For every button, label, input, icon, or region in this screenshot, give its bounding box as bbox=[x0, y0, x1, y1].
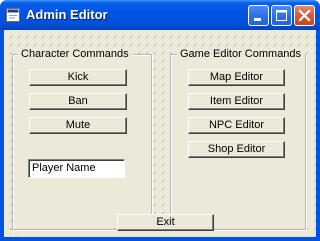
admin-editor-window: Admin Editor Character Commands Kick Ban… bbox=[0, 0, 320, 241]
character-commands-caption: Character Commands bbox=[18, 48, 132, 61]
close-button[interactable] bbox=[294, 5, 315, 26]
shop-editor-button[interactable]: Shop Editor bbox=[188, 141, 285, 158]
map-editor-button[interactable]: Map Editor bbox=[188, 69, 285, 86]
app-icon bbox=[6, 8, 20, 22]
maximize-button[interactable] bbox=[271, 5, 292, 26]
close-icon bbox=[298, 9, 311, 22]
maximize-icon bbox=[276, 10, 287, 21]
character-commands-frame: Character Commands Kick Ban Mute Player … bbox=[12, 48, 152, 230]
npc-editor-button[interactable]: NPC Editor bbox=[188, 117, 285, 134]
mute-button[interactable]: Mute bbox=[29, 117, 127, 134]
game-editor-commands-caption: Game Editor Commands bbox=[177, 48, 305, 61]
player-name-field[interactable]: Player Name bbox=[28, 159, 125, 178]
window-title: Admin Editor bbox=[26, 7, 108, 22]
title-bar[interactable]: Admin Editor bbox=[0, 0, 320, 30]
kick-button[interactable]: Kick bbox=[29, 69, 127, 86]
minimize-button[interactable] bbox=[248, 5, 269, 26]
game-editor-commands-frame: Game Editor Commands Map Editor Item Edi… bbox=[170, 48, 306, 230]
exit-button[interactable]: Exit bbox=[117, 214, 214, 231]
item-editor-button[interactable]: Item Editor bbox=[188, 93, 285, 110]
minimize-icon bbox=[254, 18, 261, 21]
form-client-area: Character Commands Kick Ban Mute Player … bbox=[4, 30, 316, 237]
ban-button[interactable]: Ban bbox=[29, 93, 127, 110]
